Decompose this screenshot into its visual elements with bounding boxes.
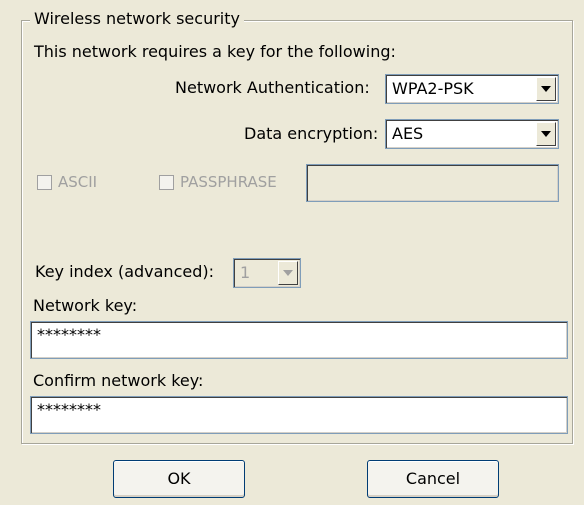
network-key-label: Network key: <box>33 296 138 315</box>
ok-button[interactable]: OK <box>113 460 245 498</box>
passphrase-label: PASSPHRASE <box>180 173 277 191</box>
ascii-checkbox[interactable] <box>37 175 52 190</box>
confirm-key-label: Confirm network key: <box>33 371 204 390</box>
key-index-dropdown-button[interactable] <box>278 261 298 285</box>
auth-value: WPA2-PSK <box>392 79 474 98</box>
network-key-value: ******** <box>37 325 101 344</box>
key-index-label: Key index (advanced): <box>35 262 214 281</box>
group-legend: Wireless network security <box>30 9 244 29</box>
passphrase-input[interactable] <box>306 164 559 202</box>
chevron-down-icon <box>283 270 293 276</box>
auth-select[interactable]: WPA2-PSK <box>385 74 559 104</box>
network-key-input[interactable]: ******** <box>30 321 568 359</box>
passphrase-checkbox[interactable] <box>159 175 174 190</box>
key-index-select[interactable]: 1 <box>233 258 301 288</box>
chevron-down-icon <box>541 131 551 137</box>
key-index-value: 1 <box>240 263 251 282</box>
auth-dropdown-button[interactable] <box>536 77 556 101</box>
encryption-value: AES <box>392 124 424 143</box>
confirm-key-input[interactable]: ******** <box>30 396 568 434</box>
encryption-select[interactable]: AES <box>385 119 559 149</box>
cancel-button[interactable]: Cancel <box>367 460 499 498</box>
intro-text: This network requires a key for the foll… <box>34 42 396 61</box>
auth-label: Network Authentication: <box>175 78 370 97</box>
ascii-label: ASCII <box>58 173 98 191</box>
confirm-key-value: ******** <box>37 400 101 419</box>
encryption-dropdown-button[interactable] <box>536 122 556 146</box>
chevron-down-icon <box>541 86 551 92</box>
encryption-label: Data encryption: <box>244 124 379 143</box>
